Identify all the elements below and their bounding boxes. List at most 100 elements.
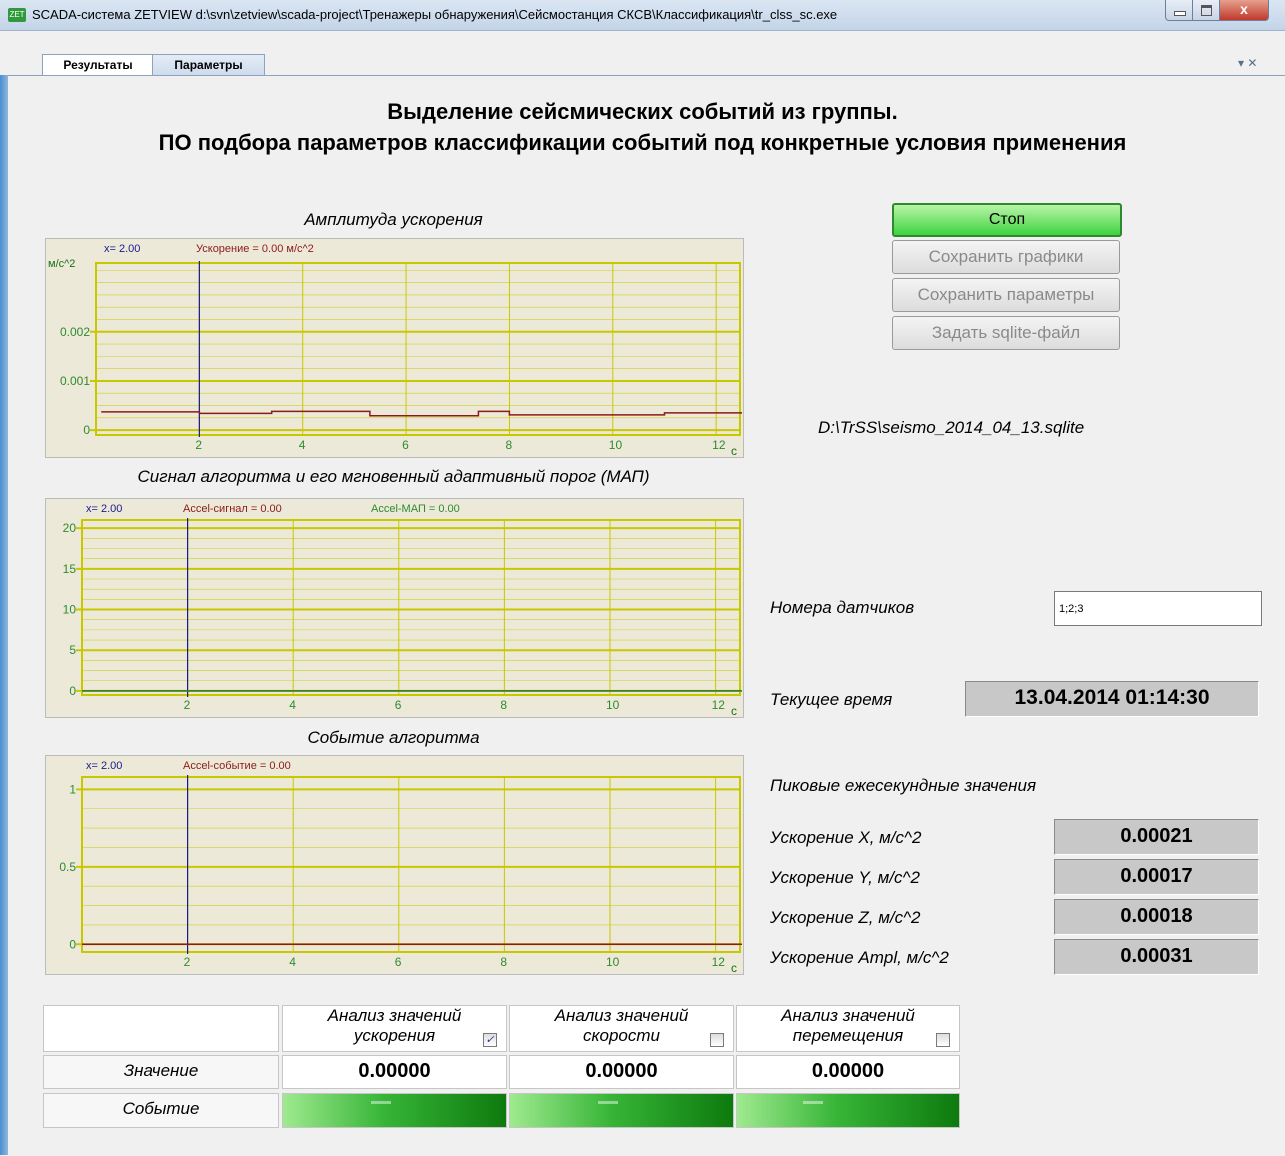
plot-frame bbox=[95, 262, 741, 436]
x-tick-label: 6 bbox=[402, 438, 409, 452]
plot-frame bbox=[81, 519, 741, 696]
window-title: SCADA-система ZETVIEW d:\svn\zetview\sca… bbox=[32, 7, 838, 22]
event-readout-x: x= 2.00 bbox=[86, 760, 122, 772]
x-tick-label: 10 bbox=[606, 698, 620, 712]
page-title-line1: Выделение сейсмических событий из группы… bbox=[387, 99, 898, 124]
analysis-event-row-label: Событие bbox=[43, 1093, 279, 1128]
x-tick-label: 4 bbox=[299, 438, 306, 452]
peak-accel-y-value: 0.00017 bbox=[1054, 859, 1259, 895]
analysis-corner-cell bbox=[43, 1005, 279, 1052]
analysis-displacement-header: Анализ значений перемещения bbox=[736, 1005, 960, 1052]
y-tick-label: 0 bbox=[83, 423, 90, 437]
x-tick-label: 12 bbox=[712, 698, 726, 712]
accel-chart-svg: x= 2.00 Ускорение = 0.00 м/с^2 м/с^2 с 2… bbox=[48, 243, 742, 458]
x-tick-label: 10 bbox=[606, 955, 620, 969]
close-button[interactable]: x bbox=[1219, 0, 1269, 21]
set-sqlite-file-button[interactable]: Задать sqlite-файл bbox=[892, 316, 1120, 350]
peak-accel-z-value: 0.00018 bbox=[1054, 899, 1259, 935]
peak-accel-ampl-value: 0.00031 bbox=[1054, 939, 1259, 975]
tab-results[interactable]: Результаты bbox=[42, 54, 154, 76]
analysis-displacement-line2: перемещения bbox=[792, 1026, 904, 1045]
y-tick-label: 20 bbox=[63, 521, 77, 535]
accel-readout-x: x= 2.00 bbox=[104, 243, 140, 255]
x-tick-label: 6 bbox=[395, 955, 402, 969]
signal-chart[interactable]: x= 2.00 Accel-сигнал = 0.00 Accel-МАП = … bbox=[45, 498, 744, 718]
analysis-velocity-line1: Анализ значений bbox=[554, 1006, 689, 1025]
x-tick-label: 4 bbox=[289, 698, 296, 712]
y-tick-label: 0.001 bbox=[60, 374, 90, 388]
current-time-display: 13.04.2014 01:14:30 bbox=[965, 681, 1259, 717]
peak-accel-z-label: Ускорение Z, м/с^2 bbox=[770, 908, 921, 927]
tab-menu-close-icon[interactable]: ▾ ✕ bbox=[1238, 56, 1257, 70]
analysis-displacement-event-indicator bbox=[736, 1093, 960, 1128]
accel-readout-series: Ускорение = 0.00 м/с^2 bbox=[196, 243, 314, 255]
minimize-button[interactable] bbox=[1165, 0, 1193, 21]
analysis-velocity-value: 0.00000 bbox=[509, 1055, 734, 1089]
analysis-value-row-label: Значение bbox=[43, 1055, 279, 1089]
y-tick-label: 15 bbox=[63, 562, 77, 576]
event-dash bbox=[803, 1101, 823, 1104]
peak-accel-x-value: 0.00021 bbox=[1054, 819, 1259, 855]
event-chart-svg: x= 2.00 Accel-событие = 0.00 с 2 4 6 8 10 120… bbox=[59, 760, 742, 975]
y-tick-label: 0.002 bbox=[60, 325, 90, 339]
analysis-accel-value: 0.00000 bbox=[282, 1055, 507, 1089]
peaks-title: Пиковые ежесекундные значения bbox=[770, 776, 1037, 795]
x-tick-label: 2 bbox=[184, 698, 191, 712]
x-tick-label: 12 bbox=[712, 955, 726, 969]
x-tick-label: 2 bbox=[184, 955, 191, 969]
y-tick-label: 0 bbox=[69, 937, 76, 951]
stop-button[interactable]: Стоп bbox=[892, 203, 1122, 237]
y-tick-label: 0 bbox=[69, 684, 76, 698]
event-chart-title: Событие алгоритма bbox=[307, 728, 480, 747]
x-tick-label: 6 bbox=[395, 698, 402, 712]
accel-x-unit: с bbox=[731, 444, 737, 457]
save-charts-button[interactable]: Сохранить графики bbox=[892, 240, 1120, 274]
y-tick-label: 5 bbox=[69, 643, 76, 657]
page-title-line2: ПО подбора параметров классификации собы… bbox=[158, 130, 1127, 155]
plot-frame bbox=[81, 776, 741, 953]
current-time-label: Текущее время bbox=[770, 690, 893, 709]
x-tick-label: 8 bbox=[500, 955, 507, 969]
event-dash bbox=[371, 1101, 391, 1104]
peak-accel-ampl-label: Ускорение Ampl, м/с^2 bbox=[770, 948, 949, 967]
analysis-accel-line2: ускорения bbox=[353, 1026, 436, 1045]
event-dash bbox=[598, 1101, 618, 1104]
analysis-velocity-line2: скорости bbox=[582, 1026, 660, 1045]
accel-chart[interactable]: x= 2.00 Ускорение = 0.00 м/с^2 м/с^2 с 2… bbox=[45, 238, 744, 458]
x-tick-label: 10 bbox=[609, 438, 623, 452]
analysis-accel-line1: Анализ значений bbox=[327, 1006, 462, 1025]
save-params-button[interactable]: Сохранить параметры bbox=[892, 278, 1120, 312]
maximize-button[interactable] bbox=[1192, 0, 1220, 21]
sensors-label: Номера датчиков bbox=[770, 598, 915, 617]
x-tick-label: 8 bbox=[505, 438, 512, 452]
signal-x-unit: с bbox=[731, 704, 737, 717]
app-icon: ZET bbox=[8, 8, 26, 22]
sqlite-file-path: D:\TrSS\seismo_2014_04_13.sqlite bbox=[818, 418, 1085, 437]
analysis-velocity-checkbox[interactable] bbox=[710, 1033, 724, 1047]
analysis-accel-header: Анализ значений ускорения ✓ bbox=[282, 1005, 507, 1052]
analysis-velocity-event-indicator bbox=[509, 1093, 734, 1128]
y-tick-label: 10 bbox=[63, 603, 77, 617]
event-x-unit: с bbox=[731, 961, 737, 974]
analysis-displacement-line1: Анализ значений bbox=[781, 1006, 915, 1025]
x-tick-label: 8 bbox=[500, 698, 507, 712]
y-tick-label: 0.5 bbox=[59, 860, 76, 874]
sensors-input[interactable] bbox=[1054, 591, 1262, 626]
x-tick-label: 4 bbox=[289, 955, 296, 969]
x-tick-label: 12 bbox=[712, 438, 726, 452]
analysis-accel-event-indicator bbox=[282, 1093, 507, 1128]
page-title: Выделение сейсмических событий из группы… bbox=[0, 96, 1285, 158]
signal-readout-series2: Accel-МАП = 0.00 bbox=[371, 503, 460, 515]
accel-y-unit: м/с^2 bbox=[48, 258, 75, 270]
accel-chart-title: Амплитуда ускорения bbox=[304, 210, 483, 229]
y-tick-label: 1 bbox=[69, 782, 76, 796]
x-tick-label: 2 bbox=[195, 438, 202, 452]
signal-chart-title: Сигнал алгоритма и его мгновенный адапти… bbox=[137, 467, 650, 486]
signal-chart-svg: x= 2.00 Accel-сигнал = 0.00 Accel-МАП = … bbox=[63, 503, 742, 718]
event-chart[interactable]: x= 2.00 Accel-событие = 0.00 с 2 4 6 8 10 12 0… bbox=[45, 755, 744, 975]
event-readout-series: Accel-событие = 0.00 bbox=[183, 760, 291, 772]
analysis-displacement-value: 0.00000 bbox=[736, 1055, 960, 1089]
analysis-accel-checkbox[interactable]: ✓ bbox=[483, 1033, 497, 1047]
tab-parameters[interactable]: Параметры bbox=[152, 54, 265, 76]
analysis-displacement-checkbox[interactable] bbox=[936, 1033, 950, 1047]
